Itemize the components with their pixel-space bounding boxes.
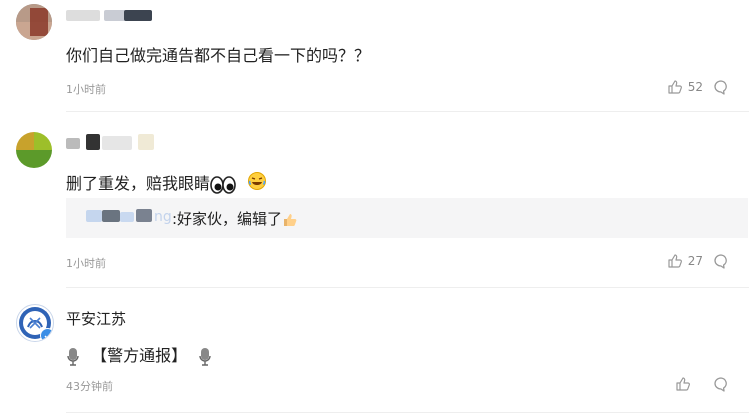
like-button[interactable]: 52: [667, 79, 703, 95]
reply-username-suffix[interactable]: ng: [154, 209, 172, 225]
reply-icon[interactable]: [713, 376, 729, 392]
microphone-emoji-icon: [199, 347, 211, 366]
verified-badge-icon: [40, 328, 53, 341]
like-button[interactable]: 27: [667, 253, 703, 269]
thumbs-up-icon: [676, 377, 690, 391]
microphone-emoji-icon: [67, 347, 79, 366]
eyes-emoji-icon: [210, 175, 236, 194]
comment-text: 你们自己做完通告都不自己看一下的吗？？: [66, 46, 371, 65]
divider: [66, 412, 749, 413]
reply-preview[interactable]: ng :好家伙，编辑了: [66, 198, 748, 238]
username[interactable]: 平安江苏: [66, 308, 126, 329]
comment-time: 1小时前: [66, 83, 106, 96]
comment-3: 平安江苏 【警方通报】 43分钟前: [0, 288, 749, 418]
like-button[interactable]: [675, 376, 691, 392]
reply-text: :好家伙，编辑了: [172, 208, 298, 229]
reply-icon[interactable]: [713, 253, 729, 269]
like-count: 52: [687, 80, 703, 94]
comment-text: 删了重发，赔我眼睛: [66, 170, 267, 195]
thumbs-up-icon: [668, 80, 682, 94]
comment-2: 删了重发，赔我眼睛 ng :好家伙，编辑了 1小时前 27: [0, 112, 749, 288]
thumbs-up-emoji-icon: [284, 213, 297, 226]
like-count: 27: [687, 254, 703, 268]
laugh-cry-emoji-icon: [248, 171, 267, 190]
comment-text: 【警方通报】: [66, 342, 212, 367]
comment-time: 1小时前: [66, 257, 106, 270]
avatar[interactable]: [16, 4, 52, 40]
thumbs-up-icon: [668, 254, 682, 268]
avatar[interactable]: [16, 132, 52, 168]
comment-time: 43分钟前: [66, 380, 113, 393]
reply-icon[interactable]: [713, 79, 729, 95]
comment-1: 你们自己做完通告都不自己看一下的吗？？ 1小时前 52: [0, 0, 749, 112]
avatar[interactable]: [16, 304, 54, 342]
